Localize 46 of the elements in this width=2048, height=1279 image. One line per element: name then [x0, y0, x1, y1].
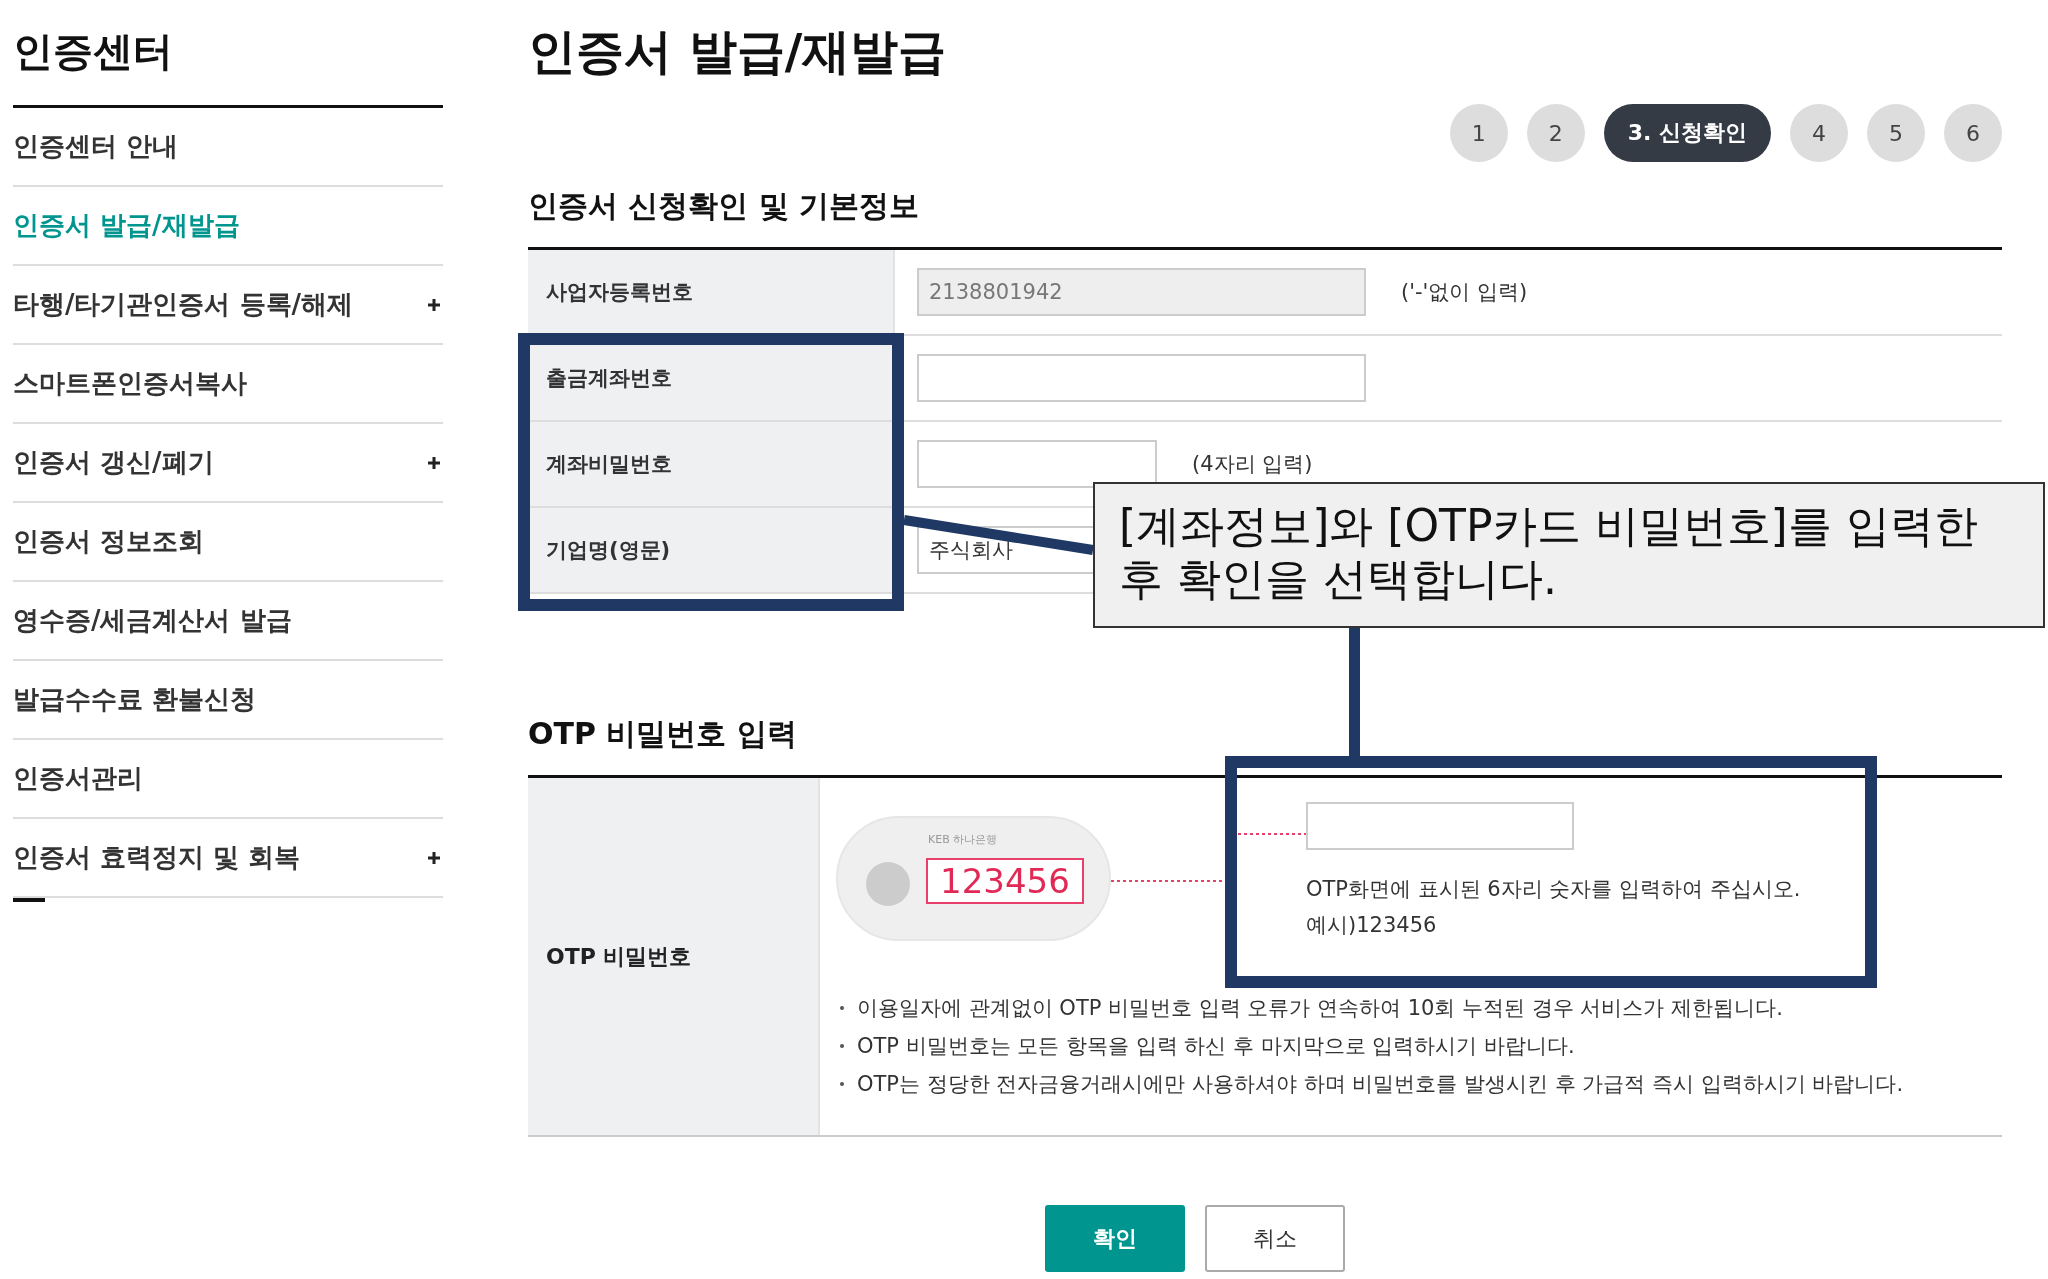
notice-text: OTP는 정당한 전자금융거래시에만 사용하셔야 하며 비밀번호를 발생시킨 후 가급적 즉시 입력하시기 바랍니다. — [857, 1071, 1904, 1099]
sidebar-item[interactable]: 인증센터 안내 — [13, 108, 443, 187]
confirm-button[interactable]: 확인 — [1045, 1205, 1185, 1272]
input-field[interactable] — [917, 440, 1157, 488]
step-indicator: 5 — [1867, 104, 1925, 162]
sidebar-item[interactable]: 발급수수료 환불신청 — [13, 661, 443, 740]
otp-input-field[interactable] — [1306, 802, 1574, 850]
field-label: OTP 비밀번호 — [528, 778, 820, 1135]
bullet-icon — [840, 1006, 844, 1011]
step-indicator: 3. 신청확인 — [1603, 104, 1771, 162]
notice-text: 이용일자에 관계없이 OTP 비밀번호 입력 오류가 연속하여 10회 누적된 경우 서비스가 제한됩니다. — [857, 995, 1783, 1023]
otp-code-display: 123456 — [926, 858, 1084, 904]
cancel-button[interactable]: 취소 — [1205, 1205, 1345, 1272]
token-button-icon — [866, 862, 910, 906]
field-note: ('-'없이 입력) — [1401, 279, 1528, 306]
sidebar-item[interactable]: 인증서 효력정지 및 회복 — [13, 819, 443, 898]
page-title: 인증서 발급/재발급 — [528, 22, 947, 81]
sidebar-item[interactable]: 인증서 발급/재발급 — [13, 187, 443, 266]
plus-icon[interactable] — [427, 455, 441, 470]
step-indicator: 4 — [1790, 104, 1848, 162]
field-label: 기업명(영문) — [528, 508, 895, 592]
field-label: 사업자등록번호 — [528, 250, 895, 334]
step-indicator: 1 — [1449, 104, 1508, 162]
sidebar-item[interactable]: 타행/타기관인증서 등록/해제 — [13, 266, 443, 345]
section-title: OTP 비밀번호 입력 — [528, 715, 797, 753]
bullet-icon — [840, 1082, 844, 1087]
sidebar-item[interactable]: 인증서관리 — [13, 740, 443, 819]
plus-icon[interactable] — [427, 850, 441, 865]
section-title: 인증서 신청확인 및 기본정보 — [528, 187, 920, 225]
field-note: (4자리 입력) — [1192, 451, 1313, 478]
sidebar-item[interactable]: 영수증/세금계산서 발급 — [13, 582, 443, 661]
plus-icon[interactable] — [427, 297, 441, 312]
field-label: 계좌비밀번호 — [528, 422, 895, 506]
token-brand: KEB 하나은행 — [928, 832, 998, 847]
sidebar-item[interactable]: 인증서 정보조회 — [13, 503, 443, 582]
instruction-tooltip: [계좌정보]와 [OTP카드 비밀번호]를 입력한 후 확인을 선택합니다. — [1093, 482, 2045, 628]
input-hint: OTP화면에 표시된 6자리 숫자를 입력하여 주십시오. — [1306, 876, 1801, 903]
notice-text: OTP 비밀번호는 모든 항목을 입력 하신 후 마지막으로 입력하시기 바랍니다. — [857, 1033, 1575, 1061]
input-field[interactable] — [917, 354, 1366, 402]
input-example: 예시)123456 — [1306, 911, 1438, 939]
sidebar-title: 인증센터 — [13, 27, 173, 76]
sidebar-item[interactable]: 스마트폰인증서복사 — [13, 345, 443, 424]
bullet-icon — [840, 1044, 844, 1049]
step-indicator: 2 — [1526, 104, 1585, 162]
step-indicator: 6 — [1944, 104, 2002, 162]
sidebar-item[interactable]: 인증서 갱신/폐기 — [13, 424, 443, 503]
